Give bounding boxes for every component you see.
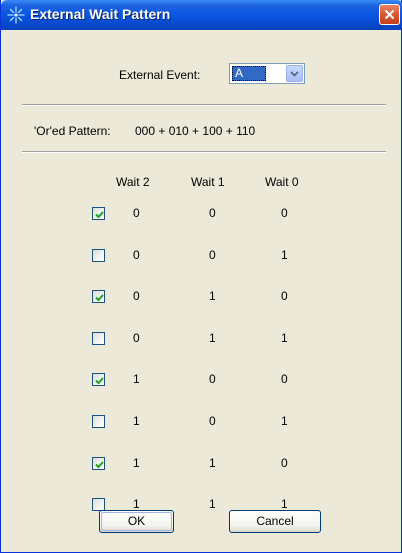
dialog-window: External Wait Pattern External Event: A …	[0, 0, 402, 553]
wait-pattern-checkbox[interactable]	[92, 415, 105, 428]
check-icon	[95, 211, 104, 219]
ok-button[interactable]: OK	[99, 510, 174, 533]
table-cell: 0	[133, 248, 140, 262]
separator	[22, 104, 386, 106]
table-cell: 1	[209, 289, 216, 303]
table-cell: 1	[133, 414, 140, 428]
wait-pattern-checkbox[interactable]	[92, 249, 105, 262]
check-icon	[95, 377, 104, 385]
column-header-wait-2: Wait 2	[116, 175, 150, 189]
cancel-button[interactable]: Cancel	[229, 510, 321, 533]
check-icon	[95, 461, 104, 469]
agilent-spark-icon	[7, 6, 25, 24]
dropdown-button[interactable]	[286, 65, 303, 82]
table-cell: 1	[209, 331, 216, 345]
window-title: External Wait Pattern	[30, 6, 171, 22]
check-icon	[95, 294, 104, 302]
wait-pattern-checkbox[interactable]	[92, 332, 105, 345]
wait-pattern-checkbox[interactable]	[92, 290, 105, 303]
table-cell: 1	[281, 331, 288, 345]
separator	[22, 151, 386, 153]
table-cell: 1	[281, 414, 288, 428]
table-cell: 1	[281, 248, 288, 262]
column-header-wait-0: Wait 0	[265, 175, 299, 189]
ored-pattern-value: 000 + 010 + 100 + 110	[135, 124, 256, 138]
table-cell: 0	[281, 372, 288, 386]
table-cell: 0	[281, 206, 288, 220]
table-cell: 0	[133, 206, 140, 220]
title-bar[interactable]: External Wait Pattern	[1, 0, 402, 30]
table-cell: 0	[133, 289, 140, 303]
external-event-value: A	[232, 66, 266, 81]
dialog-body: External Event: A 'Or'ed Pattern: 000 + …	[4, 30, 398, 550]
table-cell: 0	[209, 206, 216, 220]
table-cell: 1	[209, 497, 216, 511]
table-cell: 1	[133, 456, 140, 470]
table-cell: 1	[133, 497, 140, 511]
table-cell: 0	[209, 248, 216, 262]
column-header-wait-1: Wait 1	[191, 175, 225, 189]
wait-pattern-checkbox[interactable]	[92, 457, 105, 470]
table-cell: 1	[133, 372, 140, 386]
wait-pattern-checkbox[interactable]	[92, 207, 105, 220]
external-event-select[interactable]: A	[229, 63, 305, 84]
external-event-label: External Event:	[119, 68, 201, 82]
table-cell: 0	[133, 331, 140, 345]
wait-pattern-checkbox[interactable]	[92, 373, 105, 386]
close-button[interactable]	[379, 4, 400, 25]
table-cell: 1	[281, 497, 288, 511]
table-cell: 0	[281, 289, 288, 303]
chevron-down-icon	[290, 70, 299, 77]
table-cell: 0	[209, 372, 216, 386]
ored-pattern-label: 'Or'ed Pattern:	[34, 124, 111, 138]
close-icon	[384, 9, 395, 20]
table-cell: 0	[281, 456, 288, 470]
table-cell: 1	[209, 456, 216, 470]
table-cell: 0	[209, 414, 216, 428]
